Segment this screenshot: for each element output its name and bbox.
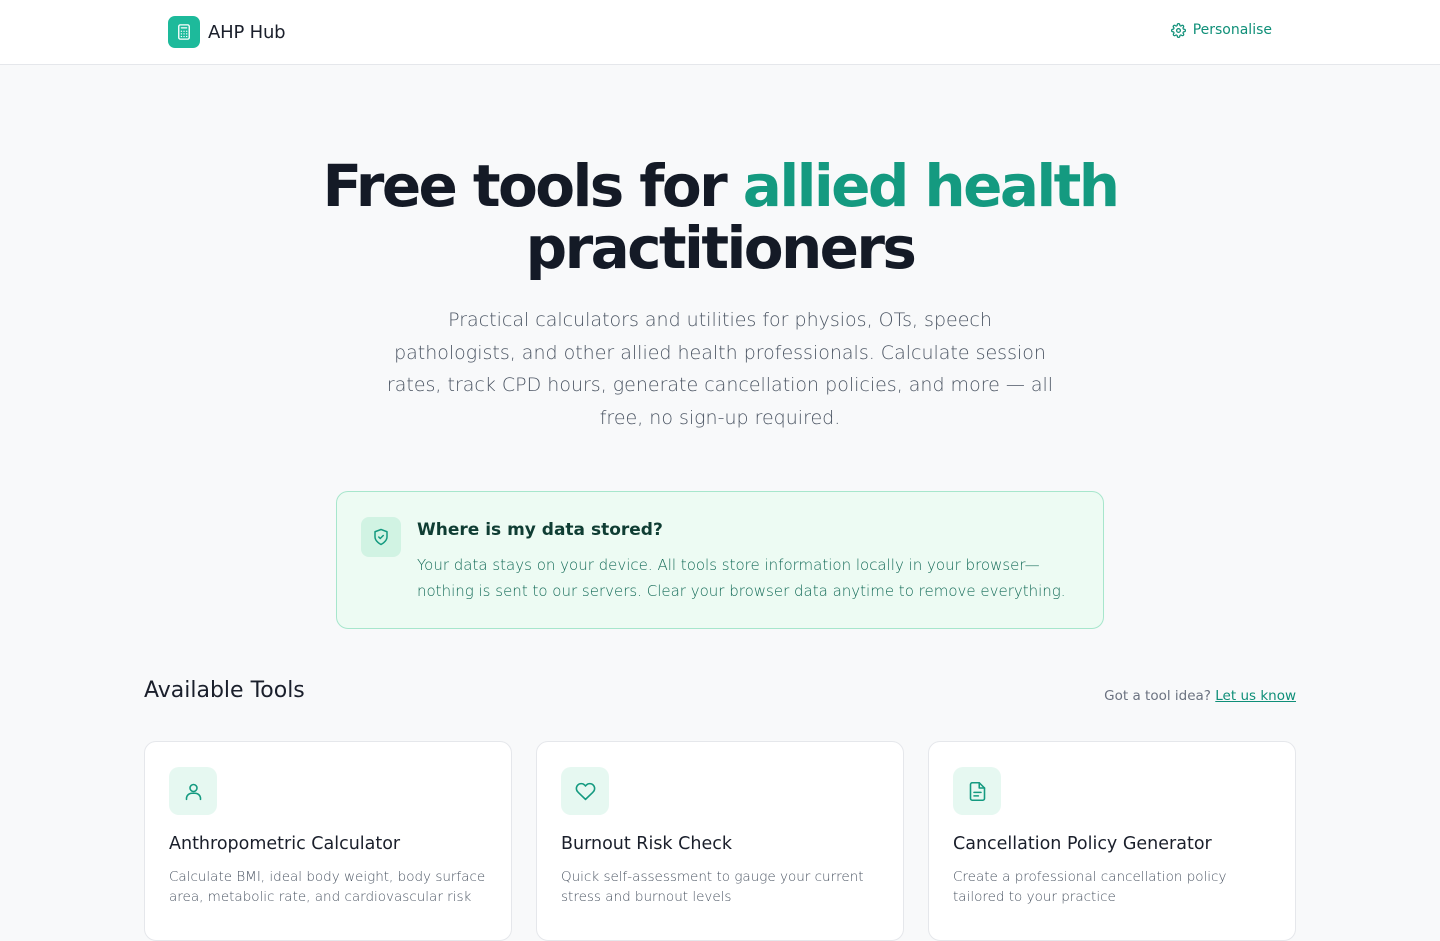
hero-title-part1: Free tools for (322, 152, 743, 220)
hero-title-part2: practitioners (525, 214, 917, 282)
data-storage-notice: Where is my data stored? Your data stays… (336, 491, 1104, 629)
calculator-icon (168, 16, 200, 48)
gear-icon (1170, 22, 1186, 38)
card-title: Cancellation Policy Generator (953, 834, 1212, 854)
tool-card-burnout[interactable]: Burnout Risk Check Quick self-assessment… (536, 741, 904, 941)
card-description: Quick self-assessment to gauge your curr… (561, 869, 864, 905)
tool-card-anthropometric[interactable]: Anthropometric Calculator Calculate BMI,… (144, 741, 512, 941)
tool-card-cancellation[interactable]: Cancellation Policy Generator Create a p… (928, 741, 1296, 941)
personalise-label: Personalise (1192, 22, 1272, 38)
hero-title: Free tools for allied health practitione… (0, 155, 1440, 279)
hero-title-accent: allied health (742, 152, 1120, 220)
notice-title: Where is my data stored? (417, 520, 663, 540)
card-title: Anthropometric Calculator (169, 834, 401, 854)
card-description: Create a professional cancellation polic… (953, 869, 1227, 905)
brand-link[interactable]: AHP Hub (168, 16, 286, 48)
user-icon (169, 767, 217, 815)
top-header: AHP Hub Personalise (0, 0, 1440, 65)
hero-subtitle: Practical calculators and utilities for … (386, 309, 1054, 429)
shield-check-icon (361, 517, 401, 557)
brand-name: AHP Hub (208, 21, 286, 43)
let-us-know-link[interactable]: Let us know (1215, 688, 1296, 704)
tool-idea-prompt: Got a tool idea? (1104, 688, 1211, 704)
tool-idea: Got a tool idea? Let us know (1104, 688, 1296, 704)
section-title: Available Tools (144, 678, 305, 703)
personalise-button[interactable]: Personalise (1170, 22, 1272, 38)
heart-icon (561, 767, 609, 815)
document-icon (953, 767, 1001, 815)
card-description: Calculate BMI, ideal body weight, body s… (169, 869, 486, 905)
card-title: Burnout Risk Check (561, 834, 732, 854)
notice-text: Your data stays on your device. All tool… (417, 556, 1066, 600)
